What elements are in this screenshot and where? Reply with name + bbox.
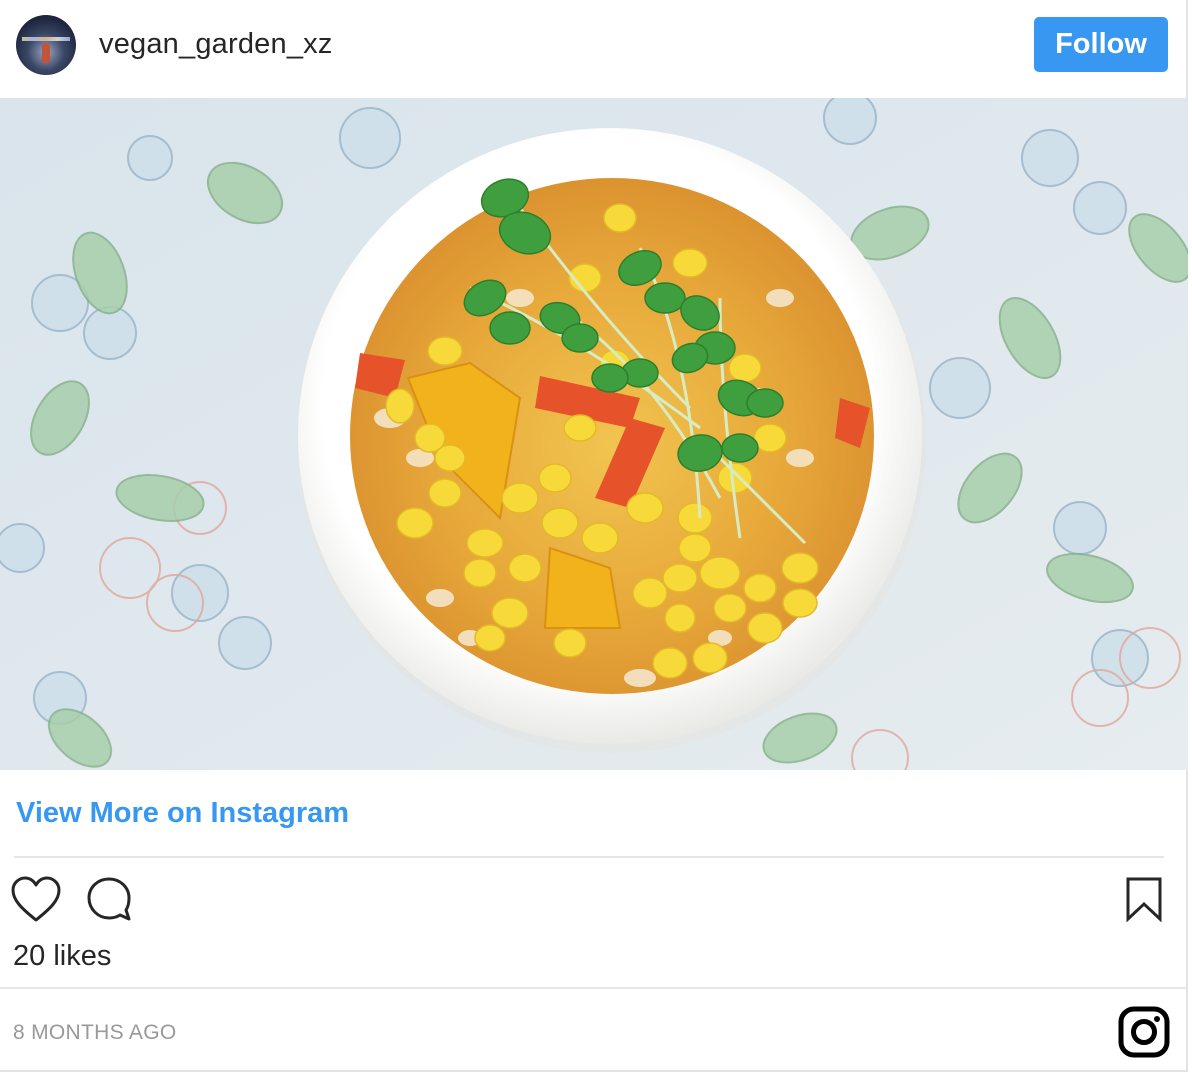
- avatar-lights: [22, 37, 70, 41]
- username[interactable]: vegan_garden_xz: [99, 28, 333, 61]
- view-more-link[interactable]: View More on Instagram: [16, 797, 349, 830]
- divider: [0, 987, 1188, 989]
- bookmark-icon[interactable]: [1125, 876, 1163, 923]
- instagram-icon[interactable]: [1118, 1006, 1170, 1058]
- post-header: vegan_garden_xz Follow: [0, 0, 1188, 98]
- avatar-figure: [42, 43, 50, 63]
- instagram-embed-card: vegan_garden_xz Follow View More on Inst…: [0, 0, 1188, 1072]
- likes-count[interactable]: 20 likes: [13, 940, 111, 973]
- follow-button[interactable]: Follow: [1034, 17, 1168, 72]
- post-photo[interactable]: [0, 98, 1188, 770]
- comment-icon[interactable]: [86, 876, 132, 922]
- divider: [14, 856, 1164, 858]
- post-timestamp[interactable]: 8 MONTHS AGO: [13, 1021, 176, 1045]
- heart-icon[interactable]: [11, 876, 61, 924]
- avatar[interactable]: [16, 15, 76, 75]
